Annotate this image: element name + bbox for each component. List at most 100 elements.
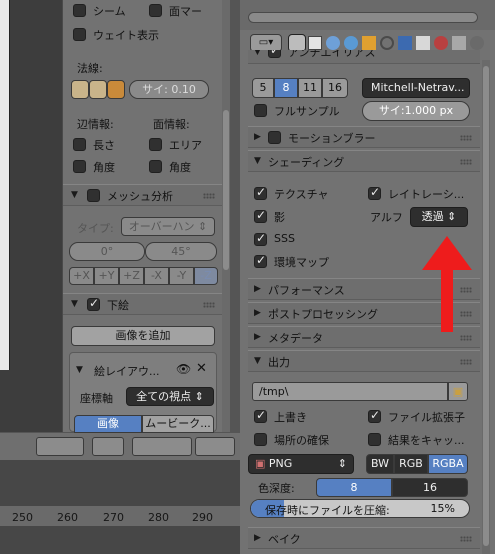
shading-icon[interactable]: [92, 437, 124, 456]
file-format-dropdown[interactable]: ▣ PNG ⇕: [248, 454, 354, 474]
anti-aliasing-checkbox[interactable]: [268, 50, 281, 58]
anti-aliasing-header[interactable]: ▼ アンチエイリアス: [248, 50, 480, 64]
sss-checkbox[interactable]: [254, 231, 267, 246]
bake-header[interactable]: ▶ ベイク: [248, 527, 480, 549]
tab-movie[interactable]: ムービーク...: [142, 415, 214, 433]
shadow-checkbox[interactable]: [254, 208, 267, 223]
seam-checkbox[interactable]: [73, 4, 86, 17]
drag-handle[interactable]: [203, 193, 215, 199]
particles-tab-icon[interactable]: [470, 36, 484, 50]
normal-split-icon[interactable]: [89, 80, 107, 99]
color-depth-8[interactable]: 8: [316, 478, 392, 497]
timeline[interactable]: 250 260 270 280 290: [0, 460, 240, 554]
env-map-checkbox[interactable]: [254, 253, 267, 268]
scroll-thumb[interactable]: [483, 66, 489, 546]
length-label: 長さ: [93, 139, 115, 152]
drag-handle[interactable]: [460, 359, 472, 365]
motion-blur-header[interactable]: ▶ モーションブラー: [248, 126, 480, 148]
properties-scrollbar[interactable]: [482, 60, 490, 554]
compression-value: 15%: [430, 502, 455, 515]
placeholders-checkbox[interactable]: [254, 433, 267, 446]
snap-icons[interactable]: [132, 437, 192, 456]
folder-icon[interactable]: ▣: [448, 382, 468, 401]
scroll-thumb[interactable]: [223, 110, 229, 270]
aa-samples-5[interactable]: 5: [252, 78, 274, 98]
close-icon[interactable]: ✕: [196, 361, 207, 376]
compression-slider[interactable]: 保存時にファイルを圧縮: 15%: [250, 499, 470, 518]
area-checkbox[interactable]: [149, 138, 162, 151]
texture-tab-icon[interactable]: [452, 36, 466, 50]
normal-vertex-icon[interactable]: [71, 80, 89, 99]
material-tab-icon[interactable]: [434, 36, 448, 50]
file-extension-checkbox[interactable]: [368, 408, 381, 423]
render-layers-tab-icon[interactable]: [308, 36, 322, 50]
axis-minus-z[interactable]: -Z: [194, 267, 218, 285]
texture-checkbox[interactable]: [254, 185, 267, 200]
raytrace-checkbox[interactable]: [368, 185, 381, 200]
render-icons[interactable]: [195, 437, 235, 456]
data-tab-icon[interactable]: [416, 36, 430, 50]
length-checkbox[interactable]: [73, 138, 86, 151]
aa-samples-11[interactable]: 11: [298, 78, 322, 98]
axis-plus-z[interactable]: +Z: [119, 267, 144, 285]
axis-plus-x[interactable]: +X: [69, 267, 94, 285]
full-sample-label: フルサンプル: [274, 105, 340, 118]
weight-display-label: ウェイト表示: [93, 29, 159, 42]
world-tab-icon[interactable]: [344, 36, 358, 50]
viewport-header: [0, 432, 240, 460]
object-tab-icon[interactable]: [362, 36, 376, 50]
motion-blur-checkbox[interactable]: [268, 131, 281, 144]
output-header[interactable]: ▼ 出力: [248, 350, 480, 372]
aa-samples-8[interactable]: 8: [274, 78, 298, 98]
axis-minus-x[interactable]: -X: [144, 267, 169, 285]
drag-handle[interactable]: [460, 335, 472, 341]
select-mode-icons[interactable]: [36, 437, 84, 456]
output-path-field[interactable]: /tmp\: [252, 382, 448, 401]
underlay-checkbox[interactable]: [87, 296, 100, 311]
tab-image[interactable]: 画像: [74, 415, 142, 433]
add-image-button[interactable]: 画像を追加: [71, 326, 215, 346]
modifiers-tab-icon[interactable]: [398, 36, 412, 50]
angle-min-field[interactable]: 0°: [69, 242, 145, 261]
alpha-dropdown[interactable]: 透過 ⇕: [410, 207, 468, 227]
axis-minus-y[interactable]: -Y: [169, 267, 194, 285]
type-dropdown[interactable]: オーバーハン ⇕: [121, 217, 215, 236]
left-panel-scrollbar[interactable]: [222, 0, 230, 432]
weight-display-checkbox[interactable]: [73, 28, 86, 41]
area-divider[interactable]: [230, 0, 240, 432]
normal-face-icon[interactable]: [107, 80, 125, 99]
aa-samples-16[interactable]: 16: [322, 78, 348, 98]
color-depth-16[interactable]: 16: [392, 478, 468, 497]
face-angle-checkbox[interactable]: [149, 160, 162, 173]
filter-dropdown[interactable]: Mitchell-Netrav... ⇕: [362, 78, 470, 98]
overwrite-checkbox[interactable]: [254, 408, 267, 423]
compression-label: 保存時にファイルを圧縮:: [265, 504, 390, 517]
drag-handle[interactable]: [460, 135, 472, 141]
eye-icon[interactable]: 👁: [176, 362, 191, 376]
cache-result-checkbox[interactable]: [368, 433, 381, 446]
scene-tab-icon[interactable]: [326, 36, 340, 50]
drag-handle[interactable]: [460, 536, 472, 542]
drag-handle[interactable]: [203, 302, 215, 308]
raytrace-label: レイトレーシ...: [388, 188, 465, 201]
normal-size-field[interactable]: サイ: 0.10: [129, 80, 209, 99]
drag-handle[interactable]: [460, 159, 472, 165]
underlay-header[interactable]: ▼ 下絵: [63, 293, 223, 315]
mesh-analysis-checkbox[interactable]: [87, 189, 100, 202]
outliner-scrollbar[interactable]: [248, 12, 478, 23]
full-sample-checkbox[interactable]: [254, 104, 267, 117]
axis-plus-y[interactable]: +Y: [94, 267, 119, 285]
color-bw[interactable]: BW: [366, 454, 394, 474]
face-area-checkbox[interactable]: [149, 4, 162, 17]
shading-header[interactable]: ▼ シェーディング: [248, 150, 480, 172]
constraints-tab-icon[interactable]: [380, 36, 394, 50]
angle-max-field[interactable]: 45°: [145, 242, 217, 261]
color-rgba[interactable]: RGBA: [428, 454, 468, 474]
edge-angle-checkbox[interactable]: [73, 160, 86, 173]
collapse-icon[interactable]: ▼: [76, 365, 83, 375]
image-layer-label: 絵レイアウ...: [94, 365, 160, 378]
mesh-analysis-header[interactable]: ▼ メッシュ分析: [63, 184, 223, 206]
color-rgb[interactable]: RGB: [394, 454, 428, 474]
axis-dropdown[interactable]: 全ての視点 ⇕: [126, 387, 214, 406]
filter-size-field[interactable]: サイ:1.000 px: [362, 101, 470, 121]
